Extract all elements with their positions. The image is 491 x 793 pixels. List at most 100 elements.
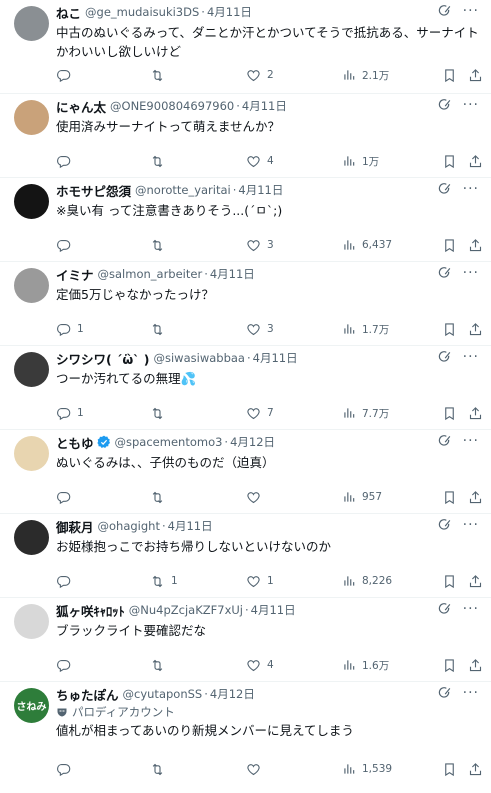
grok-icon[interactable] [437,686,451,700]
grok-icon[interactable] [437,434,451,448]
tweet-date[interactable]: 4月11日 [251,602,296,618]
retweet-button[interactable] [150,68,171,83]
retweet-button[interactable] [150,154,171,169]
share-button[interactable] [468,154,483,169]
like-button[interactable] [246,762,267,777]
tweet[interactable]: にゃん太 @ONE900804697960 · 4月11日 ··· 使用済みサー… [0,94,491,178]
share-button[interactable] [468,762,483,777]
user-handle[interactable]: @salmon_arbeiter [98,267,203,281]
tweet-date[interactable]: 4月11日 [207,4,252,20]
tweet-date[interactable]: 4月11日 [210,266,255,282]
share-button[interactable] [468,406,483,421]
like-button[interactable]: 1 [246,574,274,589]
bookmark-button[interactable] [442,322,457,337]
avatar[interactable] [14,436,49,471]
user-handle[interactable]: @spacementomo3 [115,435,223,449]
grok-icon[interactable] [437,518,451,532]
reply-button[interactable] [56,238,77,253]
like-button[interactable]: 4 [246,154,274,169]
grok-icon[interactable] [437,602,451,616]
user-handle[interactable]: @ohagight [98,519,160,533]
like-button[interactable]: 7 [246,406,274,421]
avatar[interactable] [14,184,49,219]
views-button[interactable]: 6,437 [342,238,392,252]
reply-button[interactable]: 1 [56,406,84,421]
tweet-date[interactable]: 4月11日 [242,98,287,114]
more-options-icon[interactable]: ··· [463,686,479,700]
display-name[interactable]: ちゅたぽん [56,685,119,704]
reply-button[interactable] [56,154,77,169]
user-handle[interactable]: @cyutaponSS [123,687,203,701]
bookmark-button[interactable] [442,658,457,673]
tweet-date[interactable]: 4月11日 [168,518,213,534]
tweet[interactable]: 狐ヶ咲ｷｬﾛｯﾄ @Nu4pZcjaKZF7xUj · 4月11日 ··· ブラ… [0,598,491,682]
tweet[interactable]: 御萩月 @ohagight · 4月11日 ··· お姫様抱っこでお持ち帰りしな… [0,514,491,598]
share-button[interactable] [468,574,483,589]
avatar[interactable] [14,520,49,555]
bookmark-button[interactable] [442,68,457,83]
like-button[interactable]: 4 [246,658,274,673]
more-options-icon[interactable]: ··· [463,434,479,448]
reply-button[interactable] [56,68,77,83]
tweet[interactable]: イミナ @salmon_arbeiter · 4月11日 ··· 定価5万じゃな… [0,262,491,346]
avatar[interactable] [14,268,49,303]
more-options-icon[interactable]: ··· [463,182,479,196]
retweet-button[interactable]: 1 [150,574,178,589]
retweet-button[interactable] [150,406,171,421]
avatar[interactable] [14,604,49,639]
grok-icon[interactable] [437,4,451,18]
views-button[interactable]: 8,226 [342,574,392,588]
display-name[interactable]: にゃん太 [56,97,106,116]
user-handle[interactable]: @Nu4pZcjaKZF7xUj [129,603,243,617]
retweet-button[interactable] [150,658,171,673]
bookmark-button[interactable] [442,406,457,421]
more-options-icon[interactable]: ··· [463,518,479,532]
tweet[interactable]: ねこ @ge_mudaisuki3DS · 4月11日 ··· 中古のぬいぐるみ… [0,0,491,94]
user-handle[interactable]: @siwasiwabbaa [154,351,245,365]
views-button[interactable]: 1.6万 [342,658,389,673]
share-button[interactable] [468,490,483,505]
like-button[interactable] [246,490,267,505]
avatar[interactable] [14,352,49,387]
grok-icon[interactable] [437,266,451,280]
display-name[interactable]: シワシワ( ´ὢ` ) [56,349,150,368]
more-options-icon[interactable]: ··· [463,98,479,112]
tweet-date[interactable]: 4月12日 [230,434,275,450]
share-button[interactable] [468,322,483,337]
tweet[interactable]: シワシワ( ´ὢ` ) @siwasiwabbaa · 4月11日 ··· つー… [0,346,491,430]
bookmark-button[interactable] [442,490,457,505]
retweet-button[interactable] [150,322,171,337]
user-handle[interactable]: @norotte_yaritai [135,183,231,197]
views-button[interactable]: 2.1万 [342,68,389,83]
tweet[interactable]: さねみ ちゅたぽん @cyutaponSS · 4月12日 ··· パロディアカ… [0,682,491,791]
display-name[interactable]: 御萩月 [56,517,94,536]
bookmark-button[interactable] [442,238,457,253]
views-button[interactable]: 1万 [342,154,379,169]
share-button[interactable] [468,658,483,673]
like-button[interactable]: 3 [246,322,274,337]
more-options-icon[interactable]: ··· [463,602,479,616]
reply-button[interactable] [56,490,77,505]
like-button[interactable]: 2 [246,68,274,83]
tweet-date[interactable]: 4月11日 [253,350,298,366]
bookmark-button[interactable] [442,154,457,169]
grok-icon[interactable] [437,98,451,112]
tweet[interactable]: ともゆ @spacementomo3 · 4月12日 ··· ぬいぐるみは、、子… [0,430,491,514]
more-options-icon[interactable]: ··· [463,266,479,280]
reply-button[interactable] [56,762,77,777]
avatar[interactable]: さねみ [14,688,49,723]
views-button[interactable]: 7.7万 [342,406,389,421]
avatar[interactable] [14,100,49,135]
display-name[interactable]: ホモサピ怨須 [56,181,131,200]
reply-button[interactable] [56,658,77,673]
display-name[interactable]: ともゆ [56,433,94,452]
user-handle[interactable]: @ONE900804697960 [110,99,234,113]
grok-icon[interactable] [437,350,451,364]
like-button[interactable]: 3 [246,238,274,253]
reply-button[interactable]: 1 [56,322,84,337]
tweet[interactable]: ホモサピ怨須 @norotte_yaritai · 4月11日 ··· ※臭い有… [0,178,491,262]
share-button[interactable] [468,238,483,253]
views-button[interactable]: 1.7万 [342,322,389,337]
retweet-button[interactable] [150,238,171,253]
display-name[interactable]: イミナ [56,265,94,284]
